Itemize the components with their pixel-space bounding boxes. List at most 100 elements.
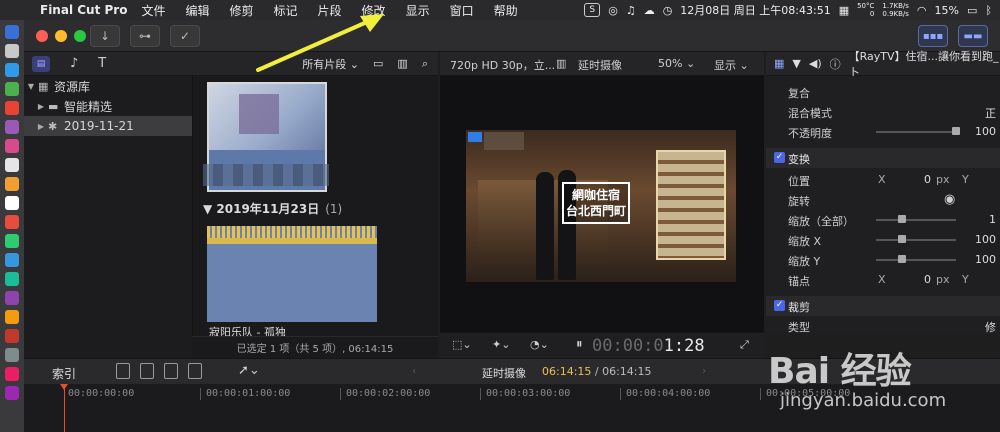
sidebar-item-event[interactable]: ▶ ✱ 2019-11-21: [24, 116, 192, 136]
app13-icon[interactable]: [5, 348, 19, 362]
opacity-slider[interactable]: [876, 127, 960, 135]
retime-icon[interactable]: ◔⌄: [530, 338, 549, 351]
info-inspector-icon[interactable]: ⓘ: [830, 56, 841, 72]
s-app-icon[interactable]: S: [584, 3, 601, 17]
podcast-icon[interactable]: [5, 386, 19, 400]
filmstrip-icon[interactable]: ▥: [397, 57, 407, 70]
globe-icon[interactable]: ◎: [608, 4, 618, 17]
import-button[interactable]: ↓: [90, 25, 120, 47]
connect-clip-icon[interactable]: [116, 363, 130, 379]
position-row[interactable]: 位置 X 0 px Y: [766, 170, 1000, 190]
transform-icon[interactable]: ⬚⌄: [452, 338, 472, 351]
transform-section[interactable]: ✓ 变换: [766, 148, 1000, 168]
app5-icon[interactable]: [5, 196, 19, 210]
close-window-icon[interactable]: [36, 30, 48, 42]
clock-icon[interactable]: ◷: [663, 4, 673, 17]
scale-x-slider[interactable]: [876, 235, 956, 243]
menu-window[interactable]: 窗口: [450, 2, 474, 19]
scale-x-row[interactable]: 缩放 X 100: [766, 230, 1000, 250]
format-label[interactable]: 720p HD 30p，立...: [450, 57, 555, 73]
overwrite-clip-icon[interactable]: [188, 363, 202, 379]
launchpad-icon[interactable]: [5, 44, 19, 58]
select-tool-icon[interactable]: ➚⌄: [238, 363, 260, 378]
scale-y-row[interactable]: 缩放 Y 100: [766, 250, 1000, 270]
app8-icon[interactable]: [5, 253, 19, 267]
battery-icon[interactable]: ▭: [967, 4, 977, 17]
display-dropdown[interactable]: 显示 ⌄: [714, 57, 749, 73]
datetime[interactable]: 12月08日 周日 上午08:43:51: [680, 2, 830, 18]
menu-edit[interactable]: 编辑: [185, 2, 209, 19]
app-icon[interactable]: [5, 120, 19, 134]
background-tasks-button[interactable]: ✓: [170, 25, 200, 47]
opacity-row[interactable]: 不透明度 100: [766, 122, 1000, 142]
safari-icon[interactable]: [5, 63, 19, 77]
music-app-icon[interactable]: [5, 367, 19, 381]
crop-section[interactable]: ✓ 裁剪: [766, 296, 1000, 316]
checkbox-icon[interactable]: ✓: [774, 300, 785, 311]
wifi-icon[interactable]: ◠: [917, 4, 927, 17]
enhance-icon[interactable]: ✦⌄: [492, 338, 510, 351]
scale-all-row[interactable]: 缩放（全部） 1: [766, 210, 1000, 230]
battery-percent[interactable]: 15%: [935, 4, 959, 17]
back-icon[interactable]: ‹: [412, 364, 416, 377]
libraries-icon[interactable]: ▤: [32, 55, 50, 72]
append-clip-icon[interactable]: [164, 363, 178, 379]
scale-all-slider[interactable]: [876, 215, 956, 223]
disclosure-icon[interactable]: ▶: [34, 122, 48, 131]
app2-icon[interactable]: [5, 139, 19, 153]
music-icon[interactable]: ♫: [626, 4, 636, 17]
date-group-header[interactable]: ▼ 2019年11月23日 (1): [203, 200, 342, 217]
library-root[interactable]: ▼ ▦ 资源库: [24, 76, 192, 96]
zoom-window-icon[interactable]: [74, 30, 86, 42]
app10-icon[interactable]: [5, 291, 19, 305]
anchor-row[interactable]: 锚点 X 0 px Y: [766, 270, 1000, 290]
browser-footer: 已选定 1 项（共 5 项）, 06:14:15: [192, 336, 438, 358]
net-speed[interactable]: 1.7KB/s 0.9KB/s: [882, 2, 909, 18]
play-pause-icon[interactable]: ⏸: [576, 337, 583, 352]
app12-icon[interactable]: [5, 329, 19, 343]
audio-clip-thumbnail[interactable]: [207, 226, 377, 322]
menu-file[interactable]: 文件: [141, 2, 165, 19]
checkbox-icon[interactable]: ✓: [774, 152, 785, 163]
audio-inspector-icon[interactable]: ◀): [809, 57, 822, 70]
color-inspector-icon[interactable]: ▼: [792, 57, 800, 70]
video-inspector-icon[interactable]: ▦: [774, 57, 784, 70]
scale-y-slider[interactable]: [876, 255, 956, 263]
menu-help[interactable]: 帮助: [494, 2, 518, 19]
bluetooth-icon[interactable]: ᛒ: [985, 4, 992, 17]
fullscreen-icon[interactable]: ⤢: [740, 338, 749, 352]
grid-icon[interactable]: ▦: [839, 4, 849, 17]
menu-view[interactable]: 显示: [406, 2, 430, 19]
keywords-button[interactable]: ⊶: [130, 25, 160, 47]
app6-icon[interactable]: [5, 215, 19, 229]
app11-icon[interactable]: [5, 310, 19, 324]
finder-icon[interactable]: [5, 25, 19, 39]
app4-icon[interactable]: [5, 177, 19, 191]
sys-temp[interactable]: 50°C 0: [857, 2, 874, 18]
app7-icon[interactable]: [5, 234, 19, 248]
disclosure-icon[interactable]: ▶: [34, 102, 48, 111]
blend-mode-row[interactable]: 混合模式正: [766, 102, 1000, 122]
index-button[interactable]: 索引: [52, 365, 76, 382]
workspace-button[interactable]: ▪▪▪: [918, 25, 948, 47]
layout-button[interactable]: ▬▬: [958, 25, 988, 47]
app3-icon[interactable]: [5, 158, 19, 172]
app-menu[interactable]: Final Cut Pro: [40, 3, 127, 17]
minimize-window-icon[interactable]: [55, 30, 67, 42]
zoom-dropdown[interactable]: 50% ⌄: [658, 57, 695, 70]
chrome-icon[interactable]: [5, 101, 19, 115]
search-icon[interactable]: ⌕: [422, 57, 428, 71]
video-frame[interactable]: 網咖住宿 台北西門町: [466, 130, 736, 282]
photos-audio-icon[interactable]: ♪: [70, 56, 78, 71]
disclosure-icon[interactable]: ▼: [24, 82, 38, 91]
forward-icon[interactable]: ›: [702, 364, 706, 377]
android-icon[interactable]: [5, 82, 19, 96]
cloud-icon[interactable]: ☁: [644, 4, 655, 17]
playhead[interactable]: [60, 384, 68, 432]
titles-icon[interactable]: T: [98, 56, 106, 71]
rotation-dial-icon[interactable]: ◉: [944, 192, 955, 207]
sidebar-item-smart[interactable]: ▶ ▬ 智能精选: [24, 96, 192, 116]
insert-clip-icon[interactable]: [140, 363, 154, 379]
rotation-row[interactable]: 旋转 ◉: [766, 190, 1000, 210]
app9-icon[interactable]: [5, 272, 19, 286]
